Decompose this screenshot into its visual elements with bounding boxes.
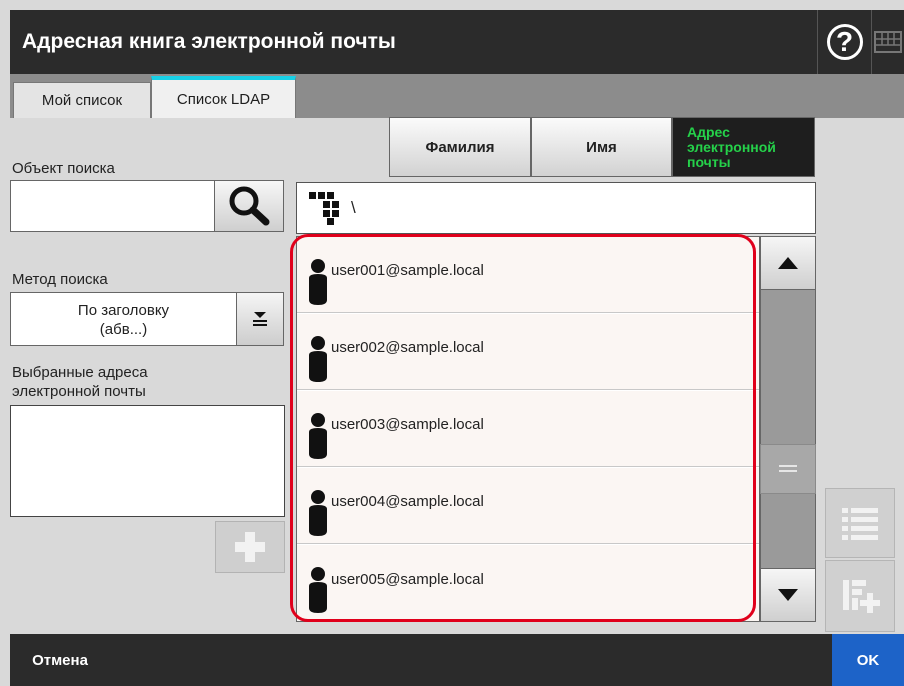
keyboard-icon (874, 31, 902, 53)
sort-email-line1: Адрес (687, 123, 730, 140)
search-method-value-line2: (абв...) (99, 321, 148, 338)
keyboard-button[interactable] (871, 10, 904, 74)
dropdown-icon (253, 312, 267, 326)
sort-by-name-button[interactable]: Имя (531, 117, 672, 177)
magnifier-icon (229, 186, 270, 226)
sort-by-email-button[interactable]: Адрес электронной почты (672, 117, 815, 177)
sort-email-line3: почты (687, 153, 731, 170)
list-scrollbar-track[interactable] (760, 236, 816, 622)
list-item-email: user004@sample.local (331, 493, 484, 510)
help-icon: ? (826, 24, 863, 60)
list-item[interactable]: user005@sample.local (297, 545, 759, 621)
add-to-my-list-button[interactable] (825, 560, 895, 632)
footer-bar: Отмена OK (10, 634, 904, 686)
arrow-down-icon (778, 589, 798, 601)
header-bar: Адресная книга электронной почты ? (10, 10, 904, 74)
user-icon (309, 412, 327, 459)
search-button[interactable] (214, 180, 284, 232)
list-item[interactable]: user004@sample.local (297, 468, 759, 544)
list-item-email: user002@sample.local (331, 339, 484, 356)
search-method-label: Метод поиска (12, 271, 108, 288)
arrow-up-icon (778, 257, 798, 269)
cancel-button[interactable]: Отмена (10, 634, 110, 686)
user-icon (309, 489, 327, 536)
list-item-email: user003@sample.local (331, 416, 484, 433)
ldap-path-bar[interactable]: \ (296, 182, 816, 234)
search-method-select[interactable]: По заголовку (абв...) (10, 292, 237, 346)
ldap-tree-icon (309, 192, 339, 225)
search-input[interactable] (10, 180, 216, 232)
help-button[interactable]: ? (817, 10, 871, 74)
scroll-thumb[interactable] (760, 444, 816, 494)
list-item-email: user005@sample.local (331, 570, 484, 588)
user-icon (309, 335, 327, 382)
scroll-up-button[interactable] (760, 236, 816, 290)
search-object-label: Объект поиска (12, 160, 115, 177)
user-icon (309, 567, 327, 613)
selected-addresses-label-line1: Выбранные адреса (12, 364, 148, 381)
address-list: user001@sample.local user002@sample.loca… (296, 236, 760, 622)
add-address-button[interactable] (215, 521, 285, 573)
scroll-down-button[interactable] (760, 568, 816, 622)
view-details-button[interactable] (825, 488, 895, 558)
plus-icon (235, 532, 265, 562)
user-icon (309, 258, 327, 305)
search-method-value-line1: По заголовку (77, 302, 170, 319)
ok-button[interactable]: OK (832, 634, 904, 686)
tab-my-list[interactable]: Мой список (13, 82, 151, 118)
page-title: Адресная книга электронной почты (22, 30, 396, 53)
list-icon (842, 508, 878, 540)
ldap-path-text: \ (351, 198, 356, 217)
list-item[interactable]: user003@sample.local (297, 391, 759, 467)
list-item-email: user001@sample.local (331, 262, 484, 279)
selected-addresses-label-line2: электронной почты (12, 383, 146, 400)
selected-addresses-label: Выбранные адреса электронной почты (12, 363, 148, 401)
add-to-list-icon (843, 580, 880, 613)
selected-addresses-list[interactable] (10, 405, 285, 517)
tab-ldap-list[interactable]: Список LDAP (151, 76, 296, 118)
search-method-dropdown-button[interactable] (236, 292, 284, 346)
sort-by-surname-button[interactable]: Фамилия (389, 117, 531, 177)
list-item[interactable]: user002@sample.local (297, 314, 759, 390)
sort-email-line2: электронной (687, 138, 776, 155)
grip-icon (779, 465, 797, 472)
list-item[interactable]: user001@sample.local (297, 237, 759, 313)
tab-strip: Мой список Список LDAP (10, 74, 904, 118)
